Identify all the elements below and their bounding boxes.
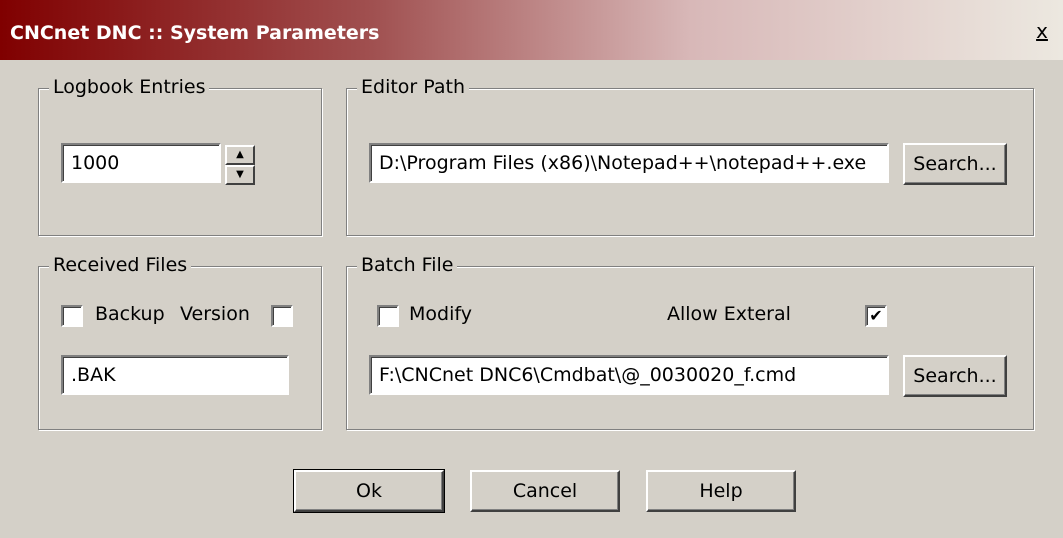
logbook-entries-legend: Logbook Entries bbox=[49, 76, 210, 98]
title-bar[interactable]: CNCnet DNC :: System Parameters x bbox=[0, 0, 1063, 60]
system-parameters-dialog: CNCnet DNC :: System Parameters x Logboo… bbox=[0, 0, 1063, 538]
modify-label: Modify bbox=[409, 303, 472, 325]
batch-file-group: Batch File Modify Allow Exteral ✔ F:\CNC… bbox=[346, 254, 1034, 430]
allow-external-checkbox[interactable]: ✔ bbox=[865, 305, 887, 327]
ok-button[interactable]: Ok bbox=[293, 469, 445, 513]
batch-file-legend: Batch File bbox=[357, 254, 458, 276]
backup-extension-input[interactable]: .BAK bbox=[61, 355, 289, 395]
batch-search-button[interactable]: Search... bbox=[903, 355, 1007, 397]
logbook-entries-input[interactable]: 1000 bbox=[61, 143, 221, 183]
spin-down-button[interactable]: ▼ bbox=[225, 165, 255, 185]
cancel-button[interactable]: Cancel bbox=[470, 470, 620, 512]
editor-path-legend: Editor Path bbox=[357, 76, 470, 98]
received-files-legend: Received Files bbox=[49, 254, 192, 276]
editor-path-input[interactable]: D:\Program Files (x86)\Notepad++\notepad… bbox=[369, 143, 889, 183]
backup-label: Backup bbox=[95, 303, 165, 325]
version-checkbox[interactable] bbox=[271, 305, 293, 327]
backup-checkbox[interactable] bbox=[61, 305, 83, 327]
window-title: CNCnet DNC :: System Parameters bbox=[10, 22, 380, 44]
received-files-group: Received Files Backup Version .BAK bbox=[38, 254, 322, 430]
spin-up-button[interactable]: ▲ bbox=[225, 145, 255, 165]
editor-path-group: Editor Path D:\Program Files (x86)\Notep… bbox=[346, 76, 1034, 236]
batch-file-input[interactable]: F:\CNCnet DNC6\Cmdbat\@_0030020_f.cmd bbox=[369, 355, 889, 395]
version-label: Version bbox=[180, 303, 250, 325]
modify-checkbox[interactable] bbox=[377, 305, 399, 327]
logbook-entries-group: Logbook Entries 1000 ▲ ▼ bbox=[38, 76, 322, 236]
allow-external-label: Allow Exteral bbox=[667, 303, 791, 325]
help-button[interactable]: Help bbox=[646, 470, 796, 512]
editor-search-button[interactable]: Search... bbox=[903, 143, 1007, 185]
close-icon[interactable]: x bbox=[1029, 18, 1055, 44]
